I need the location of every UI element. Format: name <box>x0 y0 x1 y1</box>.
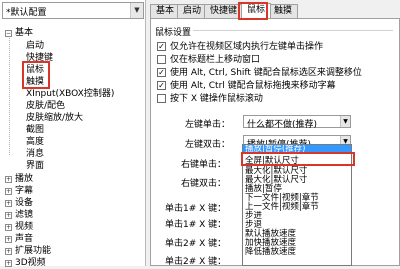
tab-bar: 基本 启动 快捷键 鼠标 触摸 <box>147 3 400 18</box>
tree-node-label: 声音 <box>15 234 34 244</box>
option-label: 按下 X 键操作鼠标滚动 <box>170 94 263 104</box>
expand-icon[interactable]: + <box>5 236 12 243</box>
expand-icon[interactable]: + <box>5 200 12 207</box>
collapse-icon[interactable]: − <box>5 30 12 37</box>
highlight-annotation <box>238 2 268 20</box>
option-label: 使用 Alt, Ctrl 键配合鼠标拖拽来移动字幕 <box>170 81 336 91</box>
dropdown-option[interactable]: 降低播放速度 <box>245 248 296 257</box>
checkbox[interactable]: ✓ <box>157 68 166 77</box>
expand-icon[interactable]: + <box>5 188 12 195</box>
option-label: 仅允许在视频区域内执行左键单击操作 <box>170 42 324 52</box>
binding-label: 左键单击： <box>185 120 231 130</box>
select-value: 什么都不做(推荐) <box>247 120 318 130</box>
tree-guide-line <box>9 35 10 155</box>
expand-icon[interactable]: + <box>5 224 12 231</box>
option-label: 使用 Alt, Ctrl, Shift 键配合鼠标选区来调整移位 <box>170 68 362 78</box>
tree-item-label: 消息 <box>26 149 45 159</box>
binding-label: 单击1# X 键： <box>165 204 227 214</box>
checkbox[interactable] <box>157 94 166 103</box>
checkbox[interactable]: ✓ <box>157 81 166 90</box>
tree-item-label: 高度 <box>26 137 45 147</box>
tree-item-label: 皮肤/配色 <box>26 101 66 111</box>
tree-item-label: 界面 <box>26 161 45 171</box>
binding-label: 单击2# X 键： <box>165 257 227 267</box>
tree-node-label: 3D视频 <box>15 258 46 268</box>
binding-label: 右键双击： <box>181 179 227 189</box>
tree-item-label: XInput(XBOX控制器) <box>26 89 115 99</box>
binding-label: 左键双击： <box>185 140 231 150</box>
group-title: 鼠标设置 <box>155 28 192 38</box>
profile-select-value: *默认配置 <box>6 8 47 18</box>
highlight-annotation <box>241 152 355 166</box>
expand-icon[interactable]: + <box>5 248 12 255</box>
tree-item-label: 皮肤缩放/放大 <box>26 113 84 123</box>
checkbox[interactable]: ✓ <box>157 42 166 51</box>
tree-node-label: 设备 <box>15 198 34 208</box>
group-divider <box>193 30 393 31</box>
tree-node-label: 播放 <box>15 174 34 184</box>
binding-label: 单击2# X 键： <box>165 239 227 249</box>
chevron-down-icon[interactable]: ▼ <box>130 3 143 18</box>
binding-label: 单击1# X 键： <box>165 220 227 230</box>
tree-node-label: 视频 <box>15 222 34 232</box>
tree-node-label: 字幕 <box>15 186 34 196</box>
tab-startup[interactable]: 启动 <box>177 4 208 18</box>
checkbox[interactable] <box>157 55 166 64</box>
tree-node-label: 扩展功能 <box>15 246 52 256</box>
tree-node-label: 滤镜 <box>15 210 34 220</box>
tree-item-label: 启动 <box>26 41 45 51</box>
expand-icon[interactable]: + <box>5 212 12 219</box>
tree-node-label: 基本 <box>15 28 34 38</box>
chevron-down-icon[interactable]: ▼ <box>340 116 350 127</box>
highlight-annotation <box>22 61 50 89</box>
left-click-select[interactable]: 什么都不做(推荐) ▼ <box>243 115 351 130</box>
option-label: 仅在标题栏上移动窗口 <box>170 55 261 65</box>
settings-tree-pane: *默认配置 ▼ − 基本 启动 快捷键 鼠标 触摸 XInput(XBOX控制器… <box>0 0 146 268</box>
tree-item-label: 截图 <box>26 125 45 135</box>
expand-icon[interactable]: + <box>5 176 12 183</box>
binding-label: 右键单击： <box>181 160 227 170</box>
tab-basic[interactable]: 基本 <box>150 4 181 18</box>
tab-touch[interactable]: 触摸 <box>268 4 299 18</box>
profile-select[interactable]: *默认配置 ▼ <box>2 2 144 19</box>
